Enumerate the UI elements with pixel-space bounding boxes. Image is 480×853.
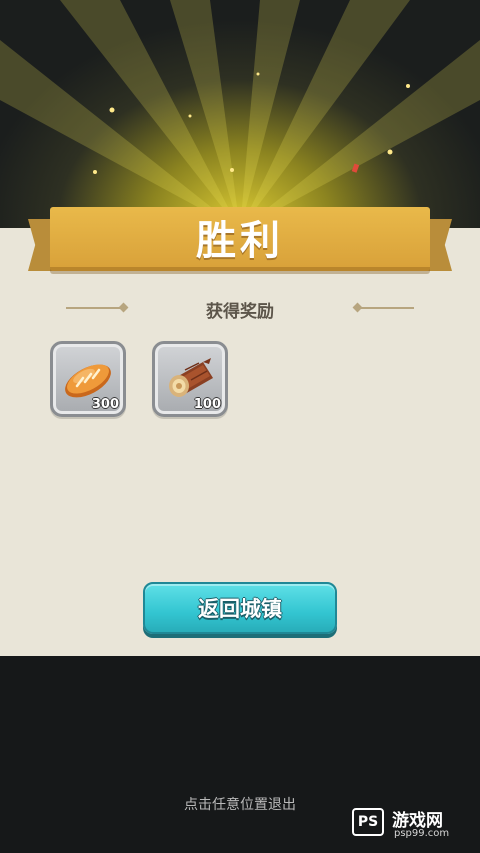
victory-banner: 胜利 xyxy=(28,205,452,275)
reward-header-label: 获得奖励 xyxy=(206,301,274,322)
victory-title: 胜利 xyxy=(196,218,284,264)
return-to-town-button[interactable]: 返回城镇 xyxy=(143,582,337,634)
watermark-logo: PS xyxy=(352,808,384,836)
victory-glow-background xyxy=(0,0,480,228)
return-button-label: 返回城镇 xyxy=(198,597,282,621)
reward-item-bread[interactable]: 300 xyxy=(50,341,126,417)
reward-header: 获得奖励 xyxy=(0,296,480,322)
watermark-url: psp99.com xyxy=(394,828,450,839)
reward-count: 100 xyxy=(193,397,221,412)
reward-count: 300 xyxy=(91,397,119,412)
reward-item-wood[interactable]: 100 xyxy=(152,341,228,417)
ribbon-body: 胜利 xyxy=(50,207,430,271)
site-watermark: PS 游戏网 psp99.com xyxy=(352,806,472,842)
light-rays xyxy=(0,0,480,228)
